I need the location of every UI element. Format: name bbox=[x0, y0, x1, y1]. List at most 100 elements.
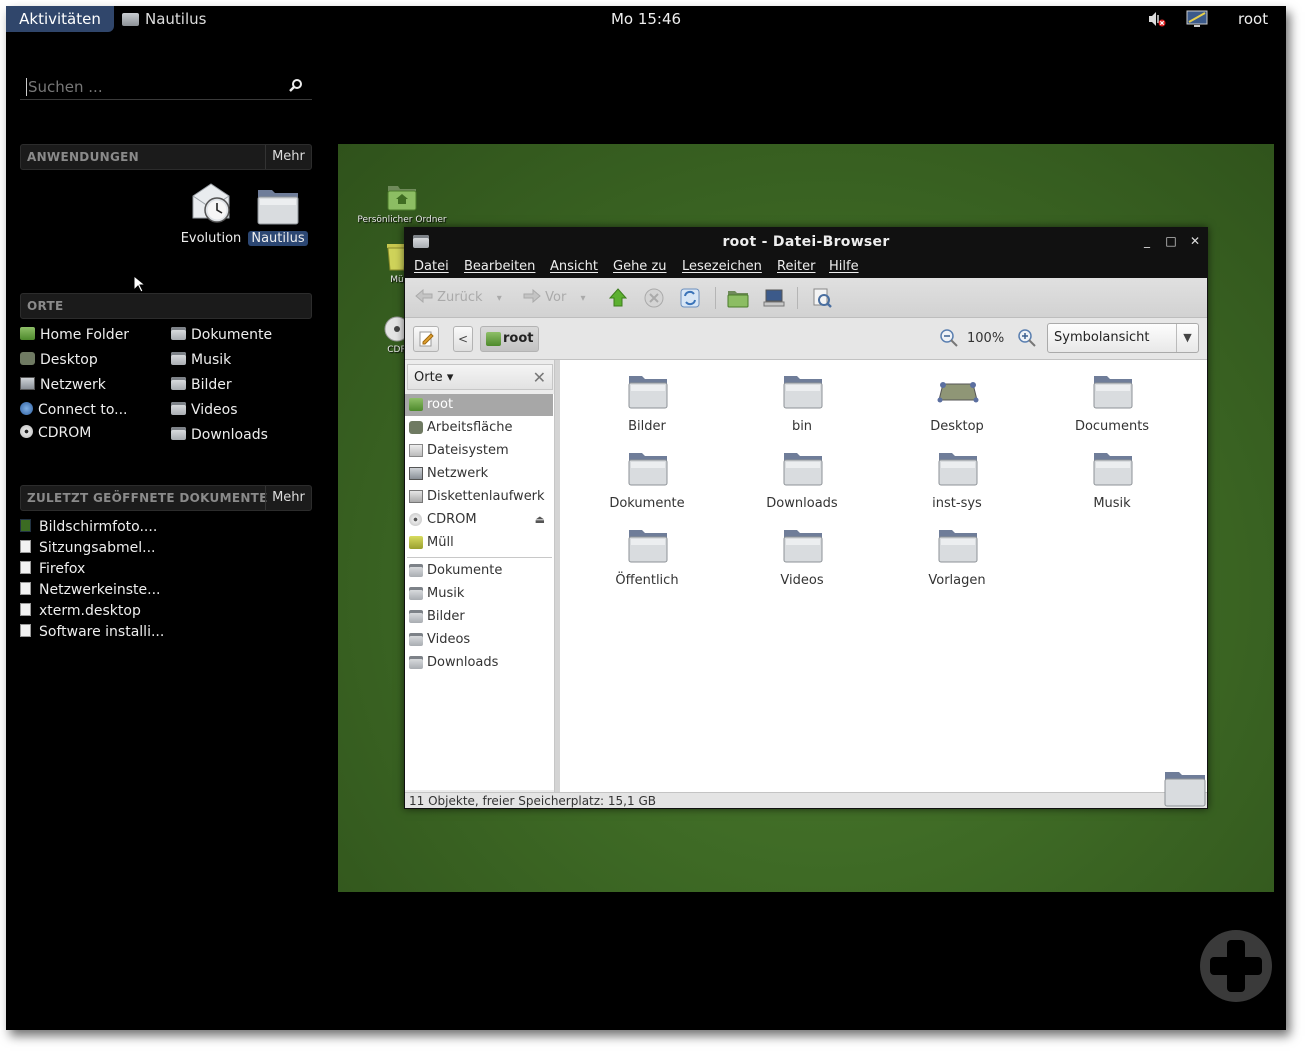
place-dokumente[interactable]: Dokumente bbox=[171, 325, 272, 345]
sidebar-item-dateisystem[interactable]: Dateisystem bbox=[405, 440, 553, 462]
sidebar-item-arbeitsflaeche[interactable]: Arbeitsfläche bbox=[405, 417, 553, 439]
home-icon[interactable] bbox=[727, 286, 749, 310]
recent-item[interactable]: Netzwerkeinste... bbox=[20, 580, 160, 600]
desktop-icon-home[interactable]: Persönlicher Ordner bbox=[352, 182, 452, 225]
sidebar-item-netzwerk[interactable]: Netzwerk bbox=[405, 463, 553, 485]
zoom-in-icon[interactable] bbox=[1017, 328, 1037, 348]
clock[interactable]: Mo 15:46 bbox=[611, 10, 681, 28]
file-item[interactable]: Vorlagen bbox=[887, 518, 1027, 592]
menu-bearbeiten[interactable]: Bearbeiten bbox=[464, 256, 535, 278]
place-bilder[interactable]: Bilder bbox=[171, 375, 232, 395]
file-item[interactable]: Dokumente bbox=[577, 441, 717, 515]
chevron-down-icon[interactable]: ▾ bbox=[497, 293, 502, 304]
place-connect[interactable]: Connect to... bbox=[20, 400, 128, 420]
menu-hilfe[interactable]: Hilfe bbox=[829, 256, 859, 278]
file-item[interactable]: Öffentlich bbox=[577, 518, 717, 592]
place-desktop[interactable]: Desktop bbox=[20, 350, 98, 370]
maximize-button[interactable]: □ bbox=[1163, 233, 1179, 249]
reload-icon[interactable] bbox=[679, 286, 701, 310]
document-icon bbox=[20, 624, 31, 637]
edit-location-button[interactable] bbox=[413, 326, 439, 352]
arrow-up-icon[interactable] bbox=[608, 286, 628, 310]
volume-muted-icon[interactable] bbox=[1148, 11, 1166, 27]
file-item[interactable]: Desktop bbox=[887, 364, 1027, 438]
forward-button[interactable]: Vor ▾ bbox=[523, 286, 586, 310]
eject-icon[interactable]: ⏏ bbox=[535, 509, 545, 531]
sidebar-header[interactable]: Orte ▾ ✕ bbox=[407, 364, 553, 390]
file-label: Vorlagen bbox=[928, 573, 986, 588]
display-icon[interactable] bbox=[1186, 10, 1208, 28]
menu-reiter[interactable]: Reiter bbox=[777, 256, 816, 278]
view-mode-select[interactable]: Symbolansicht ▼ bbox=[1047, 323, 1199, 353]
app-menu-nautilus[interactable]: Nautilus bbox=[122, 6, 206, 32]
file-icon-view[interactable]: Bilder bin Desktop Documents Dokumente D… bbox=[560, 360, 1207, 792]
close-button[interactable]: ✕ bbox=[1187, 233, 1203, 249]
applications-more-button[interactable]: Mehr bbox=[265, 145, 311, 169]
file-item[interactable]: Musik bbox=[1042, 441, 1182, 515]
path-button-root[interactable]: root bbox=[480, 326, 539, 352]
desktop-icon bbox=[20, 352, 35, 365]
place-network[interactable]: Netzwerk bbox=[20, 375, 106, 395]
add-workspace-button[interactable] bbox=[1198, 928, 1274, 1004]
activities-button[interactable]: Aktivitäten bbox=[6, 6, 114, 32]
file-item[interactable]: bin bbox=[732, 364, 872, 438]
window-titlebar[interactable]: root - Datei-Browser _ □ ✕ bbox=[405, 228, 1207, 256]
place-home-folder[interactable]: Home Folder bbox=[20, 325, 129, 345]
sidebar-item-root[interactable]: root bbox=[405, 394, 553, 416]
search-input[interactable] bbox=[28, 76, 278, 98]
mouse-pointer-icon bbox=[133, 275, 145, 293]
menu-lesezeichen[interactable]: Lesezeichen bbox=[682, 256, 762, 278]
sidebar-item-label: Netzwerk bbox=[427, 466, 489, 481]
zoom-out-icon[interactable] bbox=[939, 328, 959, 348]
sidebar-bookmark-downloads[interactable]: Downloads bbox=[405, 652, 553, 674]
recent-item[interactable]: xterm.desktop bbox=[20, 601, 141, 621]
place-cdrom[interactable]: CDROM bbox=[20, 423, 91, 443]
file-item[interactable]: inst-sys bbox=[887, 441, 1027, 515]
search-icon[interactable] bbox=[811, 286, 833, 310]
recent-more-button[interactable]: Mehr bbox=[265, 486, 311, 510]
sidebar-bookmark-videos[interactable]: Videos bbox=[405, 629, 553, 651]
recent-item[interactable]: Sitzungsabmel... bbox=[20, 538, 156, 558]
computer-icon[interactable] bbox=[763, 286, 785, 310]
folder-icon bbox=[171, 402, 186, 415]
recent-item[interactable]: Bildschirmfoto.... bbox=[20, 517, 157, 537]
file-item[interactable]: Downloads bbox=[732, 441, 872, 515]
toolbar-separator bbox=[715, 287, 716, 309]
recent-item[interactable]: Software installi... bbox=[20, 622, 164, 642]
sidebar-bookmark-dokumente[interactable]: Dokumente bbox=[405, 560, 553, 582]
place-videos[interactable]: Videos bbox=[171, 400, 238, 420]
user-menu[interactable]: root bbox=[1238, 6, 1268, 32]
recent-item[interactable]: Firefox bbox=[20, 559, 85, 579]
file-item[interactable]: Videos bbox=[732, 518, 872, 592]
file-browser-window[interactable]: root - Datei-Browser _ □ ✕ Datei Bearbei… bbox=[404, 227, 1208, 809]
place-downloads[interactable]: Downloads bbox=[171, 425, 268, 445]
folder-icon bbox=[1164, 772, 1206, 807]
sidebar-item-cdrom[interactable]: CDROM ⏏ bbox=[405, 509, 553, 531]
search-box[interactable] bbox=[20, 74, 312, 100]
chevron-down-icon[interactable]: ▾ bbox=[580, 293, 585, 304]
applications-header: ANWENDUNGEN Mehr bbox=[20, 144, 312, 170]
file-label: inst-sys bbox=[932, 496, 982, 511]
menu-datei[interactable]: Datei bbox=[414, 256, 449, 278]
file-item[interactable]: Bilder bbox=[577, 364, 717, 438]
stop-icon[interactable] bbox=[643, 286, 665, 310]
sidebar-item-muell[interactable]: Müll bbox=[405, 532, 553, 554]
app-label-evolution: Evolution bbox=[180, 231, 242, 246]
folder-icon bbox=[409, 656, 423, 669]
menu-gehe-zu[interactable]: Gehe zu bbox=[613, 256, 667, 278]
search-icon[interactable] bbox=[288, 78, 304, 94]
place-musik[interactable]: Musik bbox=[171, 350, 231, 370]
sidebar-item-label: Dateisystem bbox=[427, 443, 509, 458]
close-sidebar-icon[interactable]: ✕ bbox=[533, 369, 546, 387]
minimize-button[interactable]: _ bbox=[1139, 233, 1155, 249]
sidebar-bookmark-bilder[interactable]: Bilder bbox=[405, 606, 553, 628]
screenshot-file-icon bbox=[20, 519, 31, 532]
sidebar-item-diskettenlaufwerk[interactable]: Diskettenlaufwerk bbox=[405, 486, 553, 508]
file-item[interactable]: Documents bbox=[1042, 364, 1182, 438]
app-launcher-evolution[interactable]: Evolution bbox=[175, 182, 247, 252]
app-launcher-nautilus[interactable]: Nautilus bbox=[242, 182, 314, 252]
menu-ansicht[interactable]: Ansicht bbox=[550, 256, 598, 278]
sidebar-bookmark-musik[interactable]: Musik bbox=[405, 583, 553, 605]
back-button[interactable]: Zurück ▾ bbox=[415, 286, 502, 310]
path-back-button[interactable]: < bbox=[453, 326, 473, 352]
